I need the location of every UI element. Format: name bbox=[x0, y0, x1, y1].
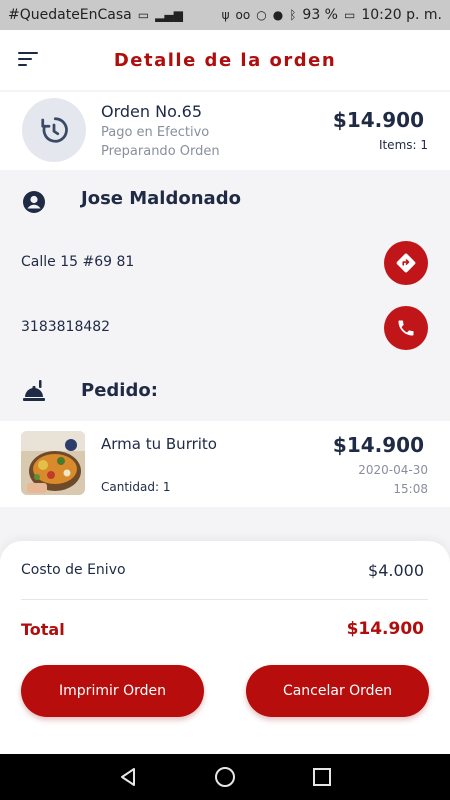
phone-icon bbox=[398, 320, 414, 336]
customer-address: Calle 15 #69 81 bbox=[21, 254, 135, 270]
payment-method: Pago en Efectivo bbox=[101, 125, 210, 140]
status-bar: #QuedateEnCasa ▭ ▂▄▆ ψ oo ○ ● ᛒ 93 % ▭ 1… bbox=[0, 0, 450, 30]
directions-button[interactable] bbox=[384, 241, 428, 285]
back-triangle-icon[interactable] bbox=[113, 762, 143, 792]
shipping-value: $4.000 bbox=[368, 561, 424, 580]
order-status: Preparando Orden bbox=[101, 144, 220, 159]
customer-row: Jose Maldonado bbox=[0, 182, 450, 222]
total-label: Total bbox=[21, 620, 65, 639]
order-card: Orden No.65 Pago en Efectivo Preparando … bbox=[0, 92, 450, 170]
shipping-label: Costo de Enivo bbox=[21, 562, 126, 578]
call-button[interactable] bbox=[384, 306, 428, 350]
product-card[interactable]: Arma tu Burrito Cantidad: 1 $14.900 2020… bbox=[0, 421, 450, 507]
product-name: Arma tu Burrito bbox=[101, 435, 217, 453]
volte-icon: ▭ bbox=[137, 8, 150, 22]
total-value: $14.900 bbox=[346, 619, 424, 639]
directions-icon bbox=[396, 253, 416, 273]
order-items-count: Items: 1 bbox=[378, 138, 428, 152]
customer-phone: 3183818482 bbox=[21, 319, 111, 335]
product-quantity: Cantidad: 1 bbox=[101, 480, 171, 494]
food-tray-icon bbox=[21, 378, 47, 408]
system-nav-bar bbox=[0, 754, 450, 800]
pedido-title: Pedido: bbox=[81, 380, 158, 401]
summary-sheet: Costo de Enivo $4.000 Total $14.900 Impr… bbox=[0, 541, 450, 754]
circle-icon: ○ bbox=[256, 8, 267, 22]
app-header: Detalle de la orden bbox=[0, 30, 450, 90]
page-title: Detalle de la orden bbox=[113, 49, 337, 71]
home-circle-icon[interactable] bbox=[210, 762, 240, 792]
product-image bbox=[21, 431, 85, 495]
menu-icon[interactable] bbox=[18, 52, 40, 68]
battery-icon: ▭ bbox=[343, 8, 356, 22]
bluetooth-icon: ᛒ bbox=[289, 8, 297, 22]
message-icon: ● bbox=[272, 8, 284, 22]
product-date: 2020-04-30 bbox=[358, 463, 428, 477]
order-number: Orden No.65 bbox=[101, 102, 203, 121]
refresh-clock-icon bbox=[22, 98, 86, 162]
signal-icon: ▂▄▆ bbox=[155, 8, 183, 22]
usb-icon: ψ bbox=[221, 8, 230, 22]
recents-square-icon[interactable] bbox=[307, 762, 337, 792]
battery-text: 93 % bbox=[302, 7, 338, 23]
carrier-text: #QuedateEnCasa bbox=[8, 7, 132, 23]
product-price: $14.900 bbox=[332, 433, 424, 457]
voicemail-icon: oo bbox=[235, 8, 251, 22]
print-order-button[interactable]: Imprimir Orden bbox=[21, 665, 204, 717]
person-icon bbox=[22, 190, 46, 218]
product-time: 15:08 bbox=[393, 482, 428, 496]
order-price: $14.900 bbox=[332, 108, 424, 132]
cancel-order-button[interactable]: Cancelar Orden bbox=[246, 665, 429, 717]
customer-name: Jose Maldonado bbox=[81, 188, 241, 209]
divider bbox=[21, 599, 428, 600]
clock-text: 10:20 p. m. bbox=[361, 7, 442, 23]
